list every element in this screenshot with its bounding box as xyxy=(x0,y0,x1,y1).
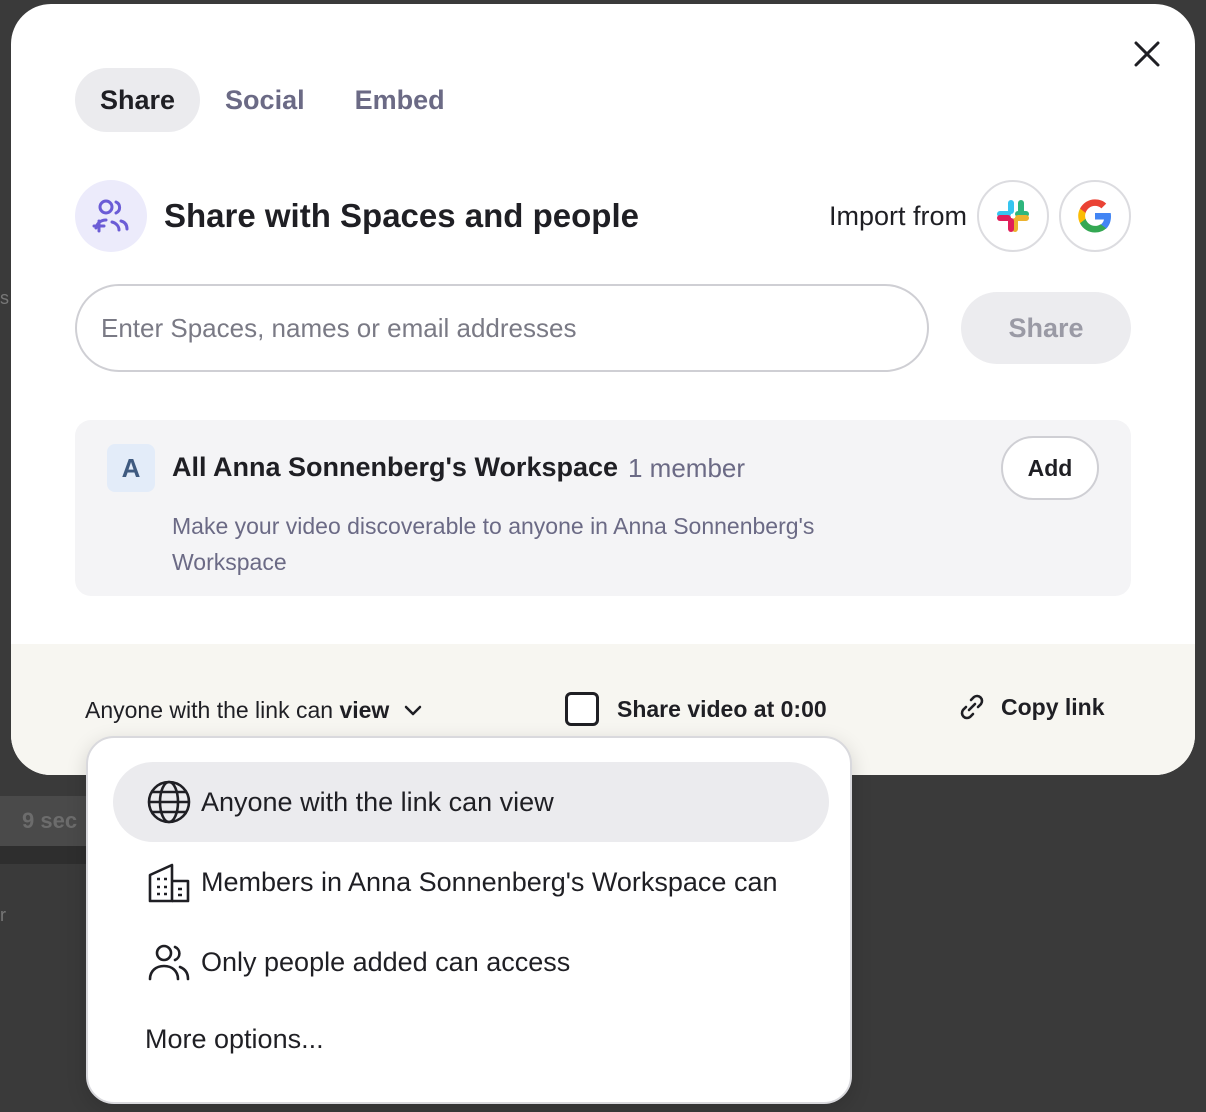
more-options-link[interactable]: More options... xyxy=(145,1024,324,1055)
share-at-time: Share video at 0:00 xyxy=(565,692,827,726)
share-button[interactable]: Share xyxy=(961,292,1131,364)
access-option-label: Only people added can access xyxy=(201,946,571,977)
access-option-anyone[interactable]: Anyone with the link can view xyxy=(113,762,829,842)
access-level-menu: Anyone with the link can view Members in… xyxy=(86,736,852,1104)
tab-share[interactable]: Share xyxy=(75,68,201,132)
chevron-down-icon xyxy=(405,705,422,715)
share-at-time-checkbox[interactable] xyxy=(565,692,599,726)
import-from: Import from xyxy=(829,180,1131,252)
invite-input[interactable] xyxy=(101,312,903,344)
google-icon xyxy=(1078,199,1111,233)
access-option-workspace-members[interactable]: Members in Anna Sonnenberg's Workspace c… xyxy=(113,842,829,922)
share-at-time-label: Share video at 0:00 xyxy=(617,695,827,722)
import-slack-button[interactable] xyxy=(977,180,1049,252)
tab-bar: Share Social Embed xyxy=(75,68,470,132)
background-text-fragment: s xyxy=(0,288,9,308)
globe-icon xyxy=(145,778,193,826)
close-icon xyxy=(1134,41,1160,67)
people-icon xyxy=(145,938,193,986)
access-label: Anyone with the link can view xyxy=(85,697,390,723)
section-title: Share with Spaces and people xyxy=(164,197,639,234)
workspace-name: All Anna Sonnenberg's Workspace xyxy=(172,452,619,482)
access-option-label: Members in Anna Sonnenberg's Workspace c… xyxy=(201,866,778,897)
access-option-label: Anyone with the link can view xyxy=(201,786,554,817)
invite-input-wrapper xyxy=(75,284,929,372)
add-workspace-button[interactable]: Add xyxy=(1001,436,1099,500)
building-icon xyxy=(145,858,193,906)
workspace-description: Make your video discoverable to anyone i… xyxy=(172,513,815,575)
copy-link-button[interactable]: Copy link xyxy=(957,692,1105,722)
tab-social[interactable]: Social xyxy=(200,68,330,132)
share-modal: Share Social Embed Share with Spaces and… xyxy=(11,4,1195,775)
background-text-fragment: r xyxy=(0,905,6,925)
close-button[interactable] xyxy=(1127,34,1167,74)
section-header: Share with Spaces and people xyxy=(75,180,639,252)
workspace-card: A All Anna Sonnenberg's Workspace 1 memb… xyxy=(75,420,1131,596)
workspace-member-count: 1 member xyxy=(628,453,746,483)
workspace-avatar: A xyxy=(107,444,155,492)
import-google-button[interactable] xyxy=(1059,180,1131,252)
import-label: Import from xyxy=(828,200,967,231)
slack-icon xyxy=(997,200,1029,232)
copy-link-label: Copy link xyxy=(1001,693,1105,720)
tab-embed[interactable]: Embed xyxy=(330,68,470,132)
people-add-icon xyxy=(75,180,147,252)
access-level-select[interactable]: Anyone with the link can view xyxy=(85,697,423,724)
link-icon xyxy=(960,694,984,720)
access-option-only-added[interactable]: Only people added can access xyxy=(113,922,829,1002)
